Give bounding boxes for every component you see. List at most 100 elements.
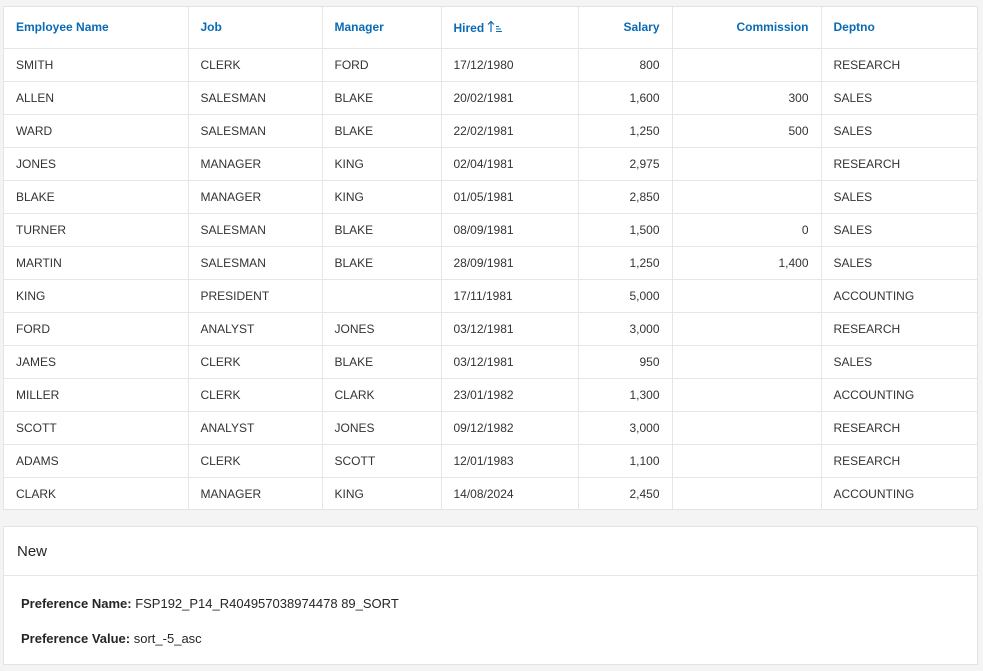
hired-cell: 28/09/1981 [441, 246, 579, 280]
employee-name-cell: BLAKE [4, 180, 189, 214]
hired-cell: 03/12/1981 [441, 312, 579, 346]
commission-cell [672, 279, 822, 313]
preference-name-line: Preference Name: FSP192_P14_R40495703897… [21, 596, 399, 611]
job-cell: SALESMAN [188, 81, 323, 115]
salary-cell: 1,250 [578, 114, 673, 148]
commission-cell [672, 378, 822, 412]
deptno-cell: SALES [821, 213, 977, 247]
manager-cell: CLARK [322, 378, 442, 412]
employee-name-cell: JAMES [4, 345, 189, 379]
deptno-cell: RESEARCH [821, 312, 977, 346]
manager-cell: BLAKE [322, 81, 442, 115]
column-header-salary[interactable]: Salary [578, 7, 673, 49]
employee-name-cell: WARD [4, 114, 189, 148]
hired-cell: 03/12/1981 [441, 345, 579, 379]
employee-name-cell: CLARK [4, 477, 189, 510]
salary-cell: 800 [578, 48, 673, 82]
job-cell: CLERK [188, 48, 323, 82]
table-row: ADAMS CLERK SCOTT 12/01/1983 1,100 RESEARCH [4, 444, 977, 478]
hired-cell: 23/01/1982 [441, 378, 579, 412]
salary-cell: 1,500 [578, 213, 673, 247]
preference-value-line: Preference Value: sort_-5_asc [21, 631, 202, 646]
hired-cell: 17/12/1980 [441, 48, 579, 82]
table-row: FORD ANALYST JONES 03/12/1981 3,000 RESEARCH [4, 312, 977, 346]
column-header-commission[interactable]: Commission [672, 7, 822, 49]
sort-ascending-icon [487, 20, 503, 33]
preference-panel: New Preference Name: FSP192_P14_R4049570… [3, 526, 978, 665]
manager-cell: BLAKE [322, 114, 442, 148]
table-row: JAMES CLERK BLAKE 03/12/1981 950 SALES [4, 345, 977, 379]
manager-cell: KING [322, 147, 442, 181]
job-cell: MANAGER [188, 147, 323, 181]
job-cell: CLERK [188, 345, 323, 379]
commission-cell: 1,400 [672, 246, 822, 280]
salary-cell: 2,975 [578, 147, 673, 181]
job-cell: ANALYST [188, 312, 323, 346]
salary-cell: 2,850 [578, 180, 673, 214]
commission-cell: 300 [672, 81, 822, 115]
employee-name-cell: MARTIN [4, 246, 189, 280]
job-cell: CLERK [188, 444, 323, 478]
table-row: MARTIN SALESMAN BLAKE 28/09/1981 1,250 1,400 S… [4, 246, 977, 280]
salary-cell: 1,600 [578, 81, 673, 115]
column-header-hired[interactable]: Hired [441, 7, 579, 49]
deptno-cell: ACCOUNTING [821, 279, 977, 313]
column-header-job[interactable]: Job [188, 7, 323, 49]
deptno-cell: ACCOUNTING [821, 378, 977, 412]
manager-cell: JONES [322, 312, 442, 346]
commission-cell [672, 477, 822, 510]
commission-cell [672, 48, 822, 82]
manager-cell: BLAKE [322, 345, 442, 379]
salary-cell: 950 [578, 345, 673, 379]
manager-cell: SCOTT [322, 444, 442, 478]
deptno-cell: RESEARCH [821, 444, 977, 478]
employee-name-cell: JONES [4, 147, 189, 181]
column-header-employee-name[interactable]: Employee Name [4, 7, 189, 49]
table-row: SMITH CLERK FORD 17/12/1980 800 RESEARCH [4, 48, 977, 82]
salary-cell: 1,300 [578, 378, 673, 412]
employee-report: Employee Name Job Manager Hired Salary C… [3, 6, 978, 510]
deptno-cell: SALES [821, 81, 977, 115]
column-header-manager[interactable]: Manager [322, 7, 442, 49]
job-cell: PRESIDENT [188, 279, 323, 313]
table-row: SCOTT ANALYST JONES 09/12/1982 3,000 RESEARCH [4, 411, 977, 445]
employee-table: Employee Name Job Manager Hired Salary C… [4, 7, 977, 510]
manager-cell [322, 279, 442, 313]
deptno-cell: RESEARCH [821, 147, 977, 181]
column-header-deptno[interactable]: Deptno [821, 7, 977, 49]
hired-cell: 22/02/1981 [441, 114, 579, 148]
job-cell: MANAGER [188, 477, 323, 510]
deptno-cell: SALES [821, 180, 977, 214]
job-cell: MANAGER [188, 180, 323, 214]
hired-cell: 14/08/2024 [441, 477, 579, 510]
preference-name-label: Preference Name: [21, 596, 132, 611]
employee-name-cell: SCOTT [4, 411, 189, 445]
manager-cell: KING [322, 180, 442, 214]
column-header-hired-label: Hired [453, 20, 485, 35]
table-row: ALLEN SALESMAN BLAKE 20/02/1981 1,600 300 SALE… [4, 81, 977, 115]
manager-cell: JONES [322, 411, 442, 445]
manager-cell: BLAKE [322, 213, 442, 247]
table-row: MILLER CLERK CLARK 23/01/1982 1,300 ACCOUNTIN… [4, 378, 977, 412]
table-row: WARD SALESMAN BLAKE 22/02/1981 1,250 500 SALES [4, 114, 977, 148]
employee-name-cell: KING [4, 279, 189, 313]
deptno-cell: SALES [821, 114, 977, 148]
commission-cell [672, 180, 822, 214]
employee-name-cell: TURNER [4, 213, 189, 247]
commission-cell: 500 [672, 114, 822, 148]
hired-cell: 09/12/1982 [441, 411, 579, 445]
table-row: KING PRESIDENT 17/11/1981 5,000 ACCOUNTING [4, 279, 977, 313]
employee-name-cell: MILLER [4, 378, 189, 412]
salary-cell: 1,100 [578, 444, 673, 478]
salary-cell: 5,000 [578, 279, 673, 313]
job-cell: SALESMAN [188, 114, 323, 148]
panel-title: New [4, 527, 977, 576]
commission-cell [672, 345, 822, 379]
salary-cell: 1,250 [578, 246, 673, 280]
commission-cell: 0 [672, 213, 822, 247]
hired-cell: 02/04/1981 [441, 147, 579, 181]
deptno-cell: SALES [821, 345, 977, 379]
deptno-cell: SALES [821, 246, 977, 280]
preference-name-value: FSP192_P14_R404957038974478 89_SORT [135, 596, 399, 611]
hired-cell: 12/01/1983 [441, 444, 579, 478]
